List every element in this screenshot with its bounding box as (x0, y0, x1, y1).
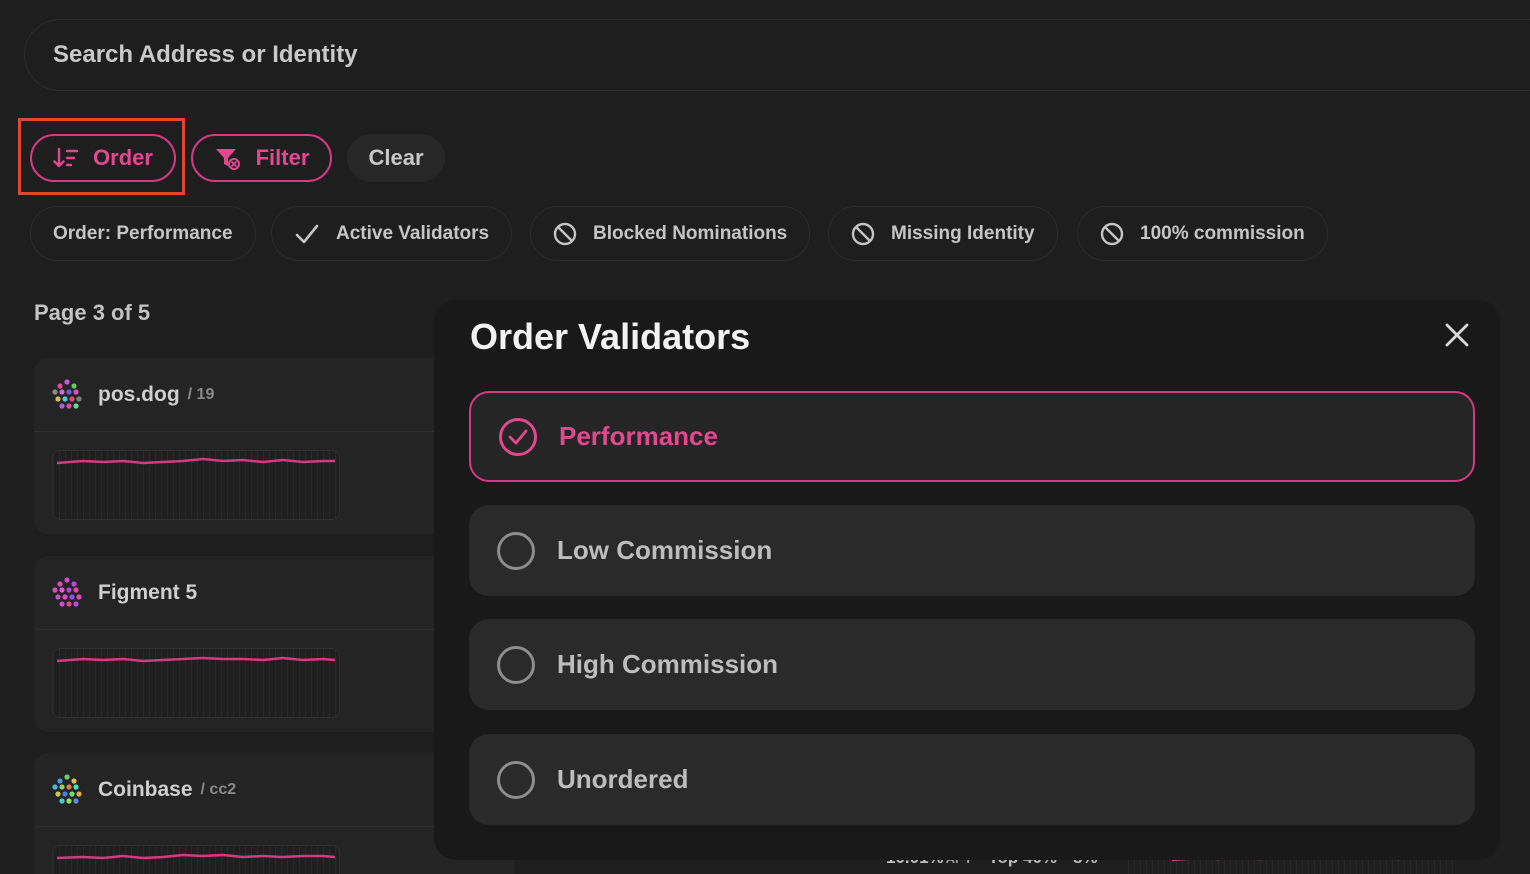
order-option-performance[interactable]: Performance (469, 391, 1475, 482)
validator-avatar-icon (52, 773, 82, 804)
validator-name: Figment 5 (98, 580, 198, 604)
chip-label: Missing Identity (891, 222, 1035, 244)
validator-name: Coinbase (98, 777, 193, 801)
check-circle-icon (499, 417, 537, 456)
page-indicator: Page 3 of 5 (34, 300, 151, 325)
validator-avatar-icon (52, 378, 82, 409)
filter-button[interactable]: Filter (191, 134, 332, 182)
ban-icon (1100, 222, 1124, 245)
option-label: High Commission (557, 649, 779, 679)
chip-missing-identity[interactable]: Missing Identity (828, 206, 1058, 261)
option-label: Performance (559, 421, 718, 451)
chip-blocked-nominations[interactable]: Blocked Nominations (530, 206, 811, 261)
validator-name: pos.dog (98, 382, 180, 406)
performance-sparkline (52, 845, 340, 874)
check-icon (295, 224, 319, 243)
search-placeholder: Search Address or Identity (53, 41, 358, 68)
radio-circle-icon (497, 645, 535, 684)
order-button-label: Order (93, 145, 153, 170)
performance-sparkline (52, 450, 340, 520)
chip-label: Order: Performance (53, 222, 233, 244)
sort-icon (53, 147, 79, 168)
performance-sparkline (52, 648, 340, 718)
filter-button-label: Filter (255, 145, 310, 170)
order-option-low-commission[interactable]: Low Commission (469, 505, 1475, 596)
chip-100-commission[interactable]: 100% commission (1077, 206, 1328, 261)
radio-circle-icon (497, 531, 535, 570)
ban-icon (553, 222, 577, 245)
option-label: Unordered (557, 764, 689, 794)
clear-button[interactable]: Clear (347, 134, 445, 182)
order-option-high-commission[interactable]: High Commission (469, 619, 1475, 710)
validator-avatar-icon (52, 576, 82, 607)
search-input[interactable]: Search Address or Identity (24, 19, 1530, 91)
radio-circle-icon (497, 760, 535, 799)
close-icon[interactable] (1442, 320, 1472, 350)
ban-icon (851, 222, 875, 245)
validator-subname: / 19 (187, 385, 215, 403)
modal-title: Order Validators (470, 316, 751, 357)
option-label: Low Commission (557, 535, 773, 565)
order-validators-modal: Order Validators Performance Low Commiss… (434, 300, 1500, 860)
order-option-unordered[interactable]: Unordered (469, 734, 1475, 825)
chip-order-performance[interactable]: Order: Performance (30, 206, 256, 261)
chip-label: 100% commission (1140, 222, 1305, 244)
chip-label: Blocked Nominations (593, 222, 788, 244)
validator-subname: / cc2 (200, 780, 237, 798)
chip-active-validators[interactable]: Active Validators (271, 206, 513, 261)
order-button[interactable]: Order (30, 134, 176, 182)
filter-icon (215, 149, 240, 170)
chip-label: Active Validators (336, 222, 490, 244)
clear-button-label: Clear (368, 145, 424, 170)
